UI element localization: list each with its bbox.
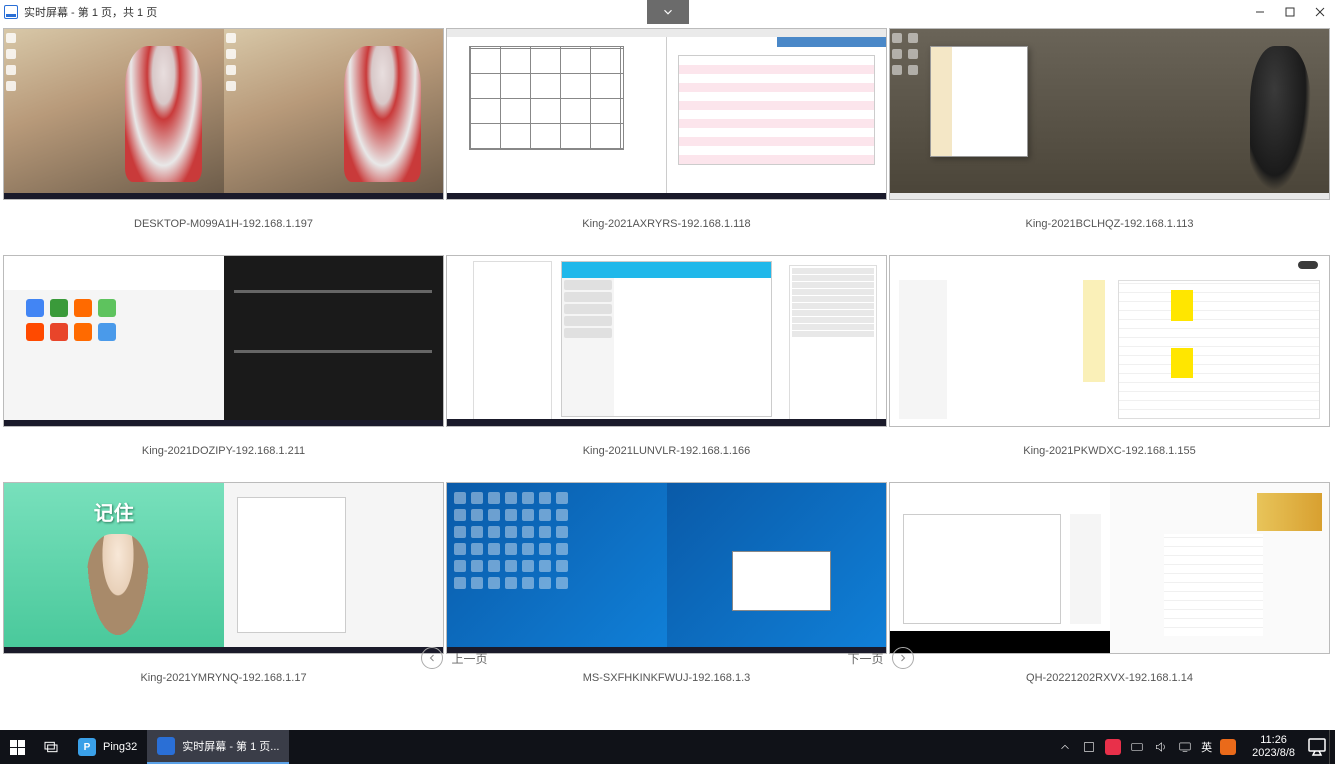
app-window-icon (157, 737, 175, 755)
taskbar-clock[interactable]: 11:26 2023/8/8 (1242, 734, 1305, 760)
chevron-down-icon (661, 5, 675, 19)
screen-cell: DESKTOP-M099A1H-192.168.1.197 (2, 28, 445, 255)
screen-cell: King-2021BCLHQZ-192.168.1.113 (888, 28, 1331, 255)
system-tray: 英 (1051, 730, 1242, 764)
show-desktop-button[interactable] (1329, 730, 1335, 764)
windows-icon (10, 740, 25, 755)
screen-cell: King-2021AXRYRS-192.168.1.118 (445, 28, 888, 255)
collapse-button[interactable] (647, 0, 689, 24)
screen-cell: King-2021PKWDXC-192.168.1.155 (888, 255, 1331, 482)
taskbar-app-realtime-screen[interactable]: 实时屏幕 - 第 1 页... (147, 730, 289, 764)
window-titlebar: 实时屏幕 - 第 1 页，共 1 页 (0, 0, 1335, 24)
minimize-button[interactable] (1245, 0, 1275, 24)
action-center-icon[interactable] (1305, 735, 1329, 759)
screen-thumbnail[interactable] (889, 255, 1330, 427)
screen-thumbnail[interactable] (446, 28, 887, 200)
screen-cell: King-2021LUNVLR-192.168.1.166 (445, 255, 888, 482)
screen-thumbnail[interactable] (3, 28, 444, 200)
pager: 上一页 下一页 (0, 644, 1335, 678)
close-button[interactable] (1305, 0, 1335, 24)
arrow-left-icon (421, 647, 443, 669)
app-icon (4, 5, 18, 19)
tray-app-icon[interactable] (1081, 739, 1097, 755)
taskbar-app-ping32[interactable]: P Ping32 (68, 730, 147, 764)
task-view-button[interactable] (34, 730, 68, 764)
prev-label: 上一页 (451, 650, 487, 667)
content-area: DESKTOP-M099A1H-192.168.1.197 King-2021A… (0, 24, 1335, 724)
screen-caption: King-2021AXRYRS-192.168.1.118 (582, 218, 750, 238)
taskbar-app-label: 实时屏幕 - 第 1 页... (182, 738, 279, 754)
screen-thumbnail[interactable]: 记住 (3, 482, 444, 654)
screen-grid: DESKTOP-M099A1H-192.168.1.197 King-2021A… (0, 26, 1335, 711)
screen-caption: King-2021PKWDXC-192.168.1.155 (1023, 445, 1195, 465)
screen-caption: King-2021DOZIPY-192.168.1.211 (142, 445, 305, 465)
screen-thumbnail[interactable] (889, 482, 1330, 654)
ime-language[interactable]: 英 (1201, 739, 1212, 755)
next-label: 下一页 (848, 650, 884, 667)
tray-volume-icon[interactable] (1153, 739, 1169, 755)
ping32-icon: P (78, 738, 96, 756)
next-page-button[interactable]: 下一页 (848, 647, 914, 669)
maximize-button[interactable] (1275, 0, 1305, 24)
prev-page-button[interactable]: 上一页 (421, 647, 487, 669)
tray-security-icon[interactable] (1105, 739, 1121, 755)
taskbar-app-label: Ping32 (103, 741, 137, 753)
screen-thumbnail[interactable] (446, 255, 887, 427)
start-button[interactable] (0, 730, 34, 764)
screen-caption: DESKTOP-M099A1H-192.168.1.197 (134, 218, 313, 238)
clock-date: 2023/8/8 (1252, 747, 1295, 760)
tray-network-icon[interactable] (1129, 739, 1145, 755)
screen-cell: King-2021DOZIPY-192.168.1.211 (2, 255, 445, 482)
tray-ime-icon[interactable] (1220, 739, 1236, 755)
screen-caption: King-2021BCLHQZ-192.168.1.113 (1026, 218, 1194, 238)
window-title: 实时屏幕 - 第 1 页，共 1 页 (24, 4, 157, 20)
clock-time: 11:26 (1252, 734, 1295, 747)
arrow-right-icon (892, 647, 914, 669)
game-title: 记住 (59, 497, 169, 528)
screen-thumbnail[interactable] (446, 482, 887, 654)
screen-thumbnail[interactable] (3, 255, 444, 427)
screen-caption: King-2021LUNVLR-192.168.1.166 (583, 445, 751, 465)
screen-thumbnail[interactable] (889, 28, 1330, 200)
taskbar: P Ping32 实时屏幕 - 第 1 页... 英 11:26 2023/8/… (0, 730, 1335, 764)
tray-display-icon[interactable] (1177, 739, 1193, 755)
taskview-icon (43, 739, 59, 755)
tray-overflow-icon[interactable] (1057, 739, 1073, 755)
